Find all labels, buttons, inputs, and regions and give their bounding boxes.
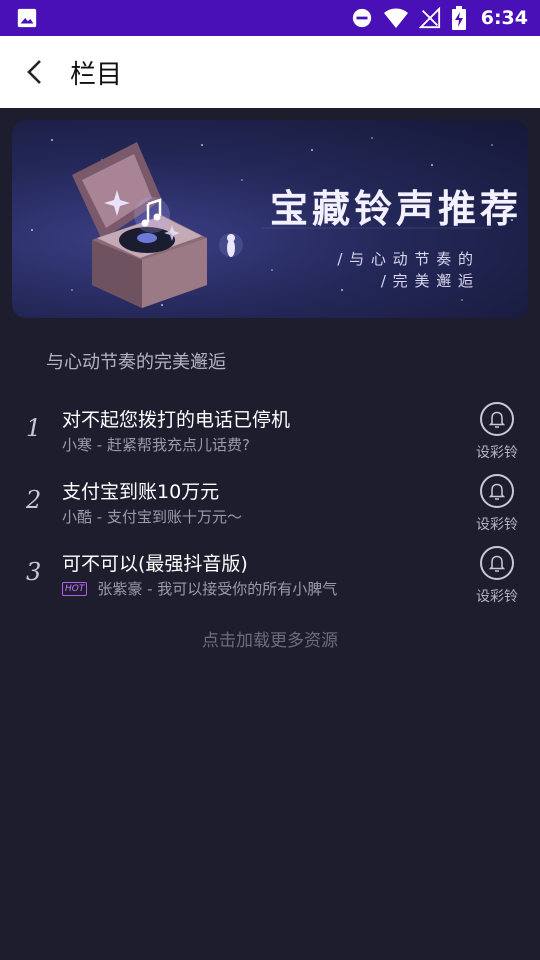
set-ringback-label: 设彩铃 [476,589,518,605]
set-ringback-button[interactable]: 设彩铃 [470,402,524,462]
song-meta: 小寒 - 赶紧帮我充点儿话费? [62,434,250,455]
banner-title: 宝藏铃声推荐 [270,186,523,231]
bell-icon-circle [480,474,514,508]
song-index: 3 [26,558,42,586]
status-bar: 6:34 [0,0,540,36]
banner-subtitle-line1: / 与 心 动 节 奏 的 [337,250,474,268]
set-ringback-button[interactable]: 设彩铃 [470,474,524,534]
bell-icon [489,483,505,500]
song-title: 对不起您拨打的电话已停机 [62,409,291,431]
song-artist-description: 张紫豪 - 我可以接受你的所有小脾气 [97,580,338,598]
song-row[interactable]: 2 支付宝到账10万元 小酷 - 支付宝到账十万元～ 设彩铃 [0,468,540,540]
bell-icon [489,555,505,572]
hot-badge: HOT [62,581,88,596]
back-button[interactable] [0,36,70,108]
song-row[interactable]: 3 可不可以(最强抖音版) HOT 张紫豪 - 我可以接受你的所有小脾气 设彩铃 [0,540,540,612]
set-ringback-button[interactable]: 设彩铃 [470,546,524,606]
app-bar: 栏目 [0,36,540,108]
song-artist-description: 小酷 - 支付宝到账十万元～ [62,508,242,526]
song-meta: HOT 张紫豪 - 我可以接受你的所有小脾气 [62,578,337,599]
song-index: 2 [26,486,42,514]
song-row[interactable]: 1 对不起您拨打的电话已停机 小寒 - 赶紧帮我充点儿话费? 设彩铃 [0,396,540,468]
bell-icon-circle [480,402,514,436]
song-index: 1 [26,414,42,442]
bell-icon [489,411,505,428]
banner[interactable]: 宝藏铃声推荐 / 与 心 动 节 奏 的 / 完 美 邂 逅 [12,120,528,318]
back-arrow-icon [27,60,41,84]
song-title: 支付宝到账10万元 [62,481,220,503]
song-title: 可不可以(最强抖音版) [62,553,248,575]
battery-charging-icon [451,6,466,30]
song-meta: 小酷 - 支付宝到账十万元～ [62,506,242,527]
status-time: 6:34 [480,7,528,29]
image-icon [17,8,37,28]
banner-subtitle-line2: / 完 美 邂 逅 [380,272,474,290]
wifi-icon [383,8,408,28]
page-title: 栏目 [70,59,123,90]
do-not-disturb-icon [352,8,371,28]
section-title: 与心动节奏的完美邂逅 [46,352,226,373]
no-signal-icon [418,7,440,29]
song-list: 1 对不起您拨打的电话已停机 小寒 - 赶紧帮我充点儿话费? 设彩铃 2 支付宝… [0,396,540,612]
load-more-button[interactable]: 点击加载更多资源 [0,626,540,651]
set-ringback-label: 设彩铃 [476,445,518,461]
song-artist-description: 小寒 - 赶紧帮我充点儿话费? [62,436,250,454]
bell-icon-circle [480,546,514,580]
set-ringback-label: 设彩铃 [476,517,518,533]
